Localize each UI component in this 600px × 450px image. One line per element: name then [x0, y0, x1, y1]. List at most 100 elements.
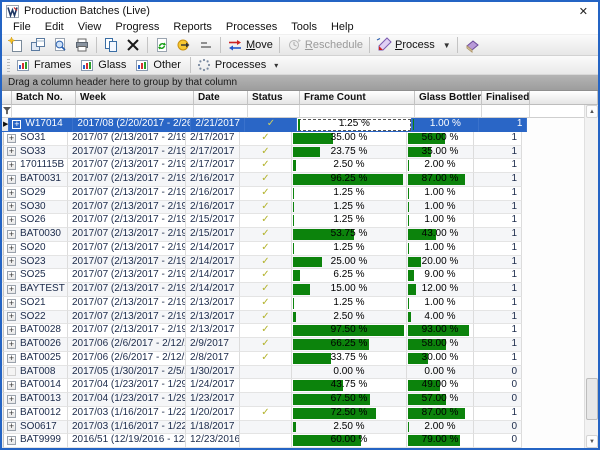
finalised-cell[interactable]: 1 — [474, 352, 522, 366]
jump-to-button[interactable] — [173, 36, 195, 54]
date-cell[interactable]: 2/8/2017 — [186, 352, 240, 366]
glass-bottleneck-cell[interactable]: 49.00 % — [407, 379, 474, 393]
glass-bottleneck-cell[interactable]: 2.00 % — [407, 421, 474, 435]
column-header-week[interactable]: Week — [76, 91, 194, 105]
finalised-cell[interactable]: 1 — [474, 159, 522, 173]
batch-no-cell[interactable]: + BAT0031 — [4, 173, 68, 187]
status-check-cell[interactable]: ✓ — [240, 311, 292, 325]
status-check-cell[interactable]: ✓ — [240, 338, 292, 352]
filter-input-date[interactable] — [194, 105, 248, 118]
column-header-frame-count[interactable]: Frame Count — [300, 91, 415, 105]
batch-no-cell[interactable]: + SO23 — [4, 256, 68, 270]
glass-bottleneck-cell[interactable]: 0.00 % — [407, 366, 474, 380]
frame-count-cell[interactable]: 96.25 % — [292, 173, 407, 187]
finalised-cell[interactable]: 1 — [474, 297, 522, 311]
status-check-cell[interactable]: ✓ — [240, 352, 292, 366]
table-row[interactable]: + BAT0031 2017/07 (2/13/2017 - 2/19/2017… — [2, 173, 584, 187]
table-row[interactable]: + BAT0013 2017/04 (1/23/2017 - 1/29/2017… — [2, 393, 584, 407]
menu-processes[interactable]: Processes — [219, 21, 284, 33]
table-row[interactable]: + 1701115B 2017/07 (2/13/2017 - 2/19/201… — [2, 159, 584, 173]
batch-no-cell[interactable]: + BAT0012 — [4, 407, 68, 421]
glass-bottleneck-cell[interactable]: 1.00 % — [407, 187, 474, 201]
frame-count-cell[interactable]: 25.00 % — [292, 256, 407, 270]
frame-count-cell[interactable]: 2.50 % — [292, 311, 407, 325]
finalised-cell[interactable]: 1 — [474, 146, 522, 160]
date-cell[interactable]: 2/17/2017 — [186, 159, 240, 173]
finalised-cell[interactable]: 1 — [479, 118, 527, 132]
date-cell[interactable]: 2/9/2017 — [186, 338, 240, 352]
table-row[interactable]: + SO21 2017/07 (2/13/2017 - 2/19/2017) 2… — [2, 297, 584, 311]
frame-count-cell[interactable]: 43.75 % — [292, 379, 407, 393]
glass-bottleneck-cell[interactable]: 1.00 % — [407, 297, 474, 311]
status-check-cell[interactable]: ✓ — [240, 242, 292, 256]
delete-button[interactable] — [122, 36, 144, 54]
date-cell[interactable]: 1/20/2017 — [186, 407, 240, 421]
process-dropdown-arrow[interactable]: ▼ — [443, 41, 451, 50]
week-cell[interactable]: 2017/07 (2/13/2017 - 2/19/2017) — [68, 146, 186, 160]
glass-bottleneck-cell[interactable]: 1.00 % — [412, 118, 479, 132]
expand-row-button[interactable]: + — [7, 354, 16, 363]
finalised-cell[interactable]: 0 — [474, 366, 522, 380]
frame-count-cell[interactable]: 1.25 % — [297, 118, 412, 132]
batch-no-cell[interactable]: + SO31 — [4, 132, 68, 146]
expand-row-button[interactable]: + — [7, 285, 16, 294]
filter-input-week[interactable] — [76, 105, 194, 118]
finalised-cell[interactable]: 1 — [474, 132, 522, 146]
date-cell[interactable]: 1/24/2017 — [186, 379, 240, 393]
table-row[interactable]: + BAYTEST 2017/07 (2/13/2017 - 2/19/2017… — [2, 283, 584, 297]
expand-row-button[interactable]: + — [7, 340, 16, 349]
scrollbar-thumb[interactable] — [586, 378, 598, 420]
table-row[interactable]: ▶ + W17014 2017/08 (2/20/2017 - 2/26/201… — [2, 118, 584, 132]
expand-row-button[interactable]: + — [12, 120, 21, 129]
week-cell[interactable]: 2017/07 (2/13/2017 - 2/19/2017) — [68, 214, 186, 228]
week-cell[interactable]: 2017/05 (1/30/2017 - 2/5/2017) — [68, 366, 186, 380]
date-cell[interactable]: 2/14/2017 — [186, 269, 240, 283]
frame-count-cell[interactable]: 0.00 % — [292, 366, 407, 380]
refresh-button[interactable] — [151, 36, 173, 54]
group-by-panel[interactable]: Drag a column header here to group by th… — [2, 75, 598, 91]
status-check-cell[interactable]: ✓ — [240, 297, 292, 311]
status-check-cell[interactable] — [240, 393, 292, 407]
table-row[interactable]: + SO22 2017/07 (2/13/2017 - 2/19/2017) 2… — [2, 311, 584, 325]
frame-count-cell[interactable]: 15.00 % — [292, 283, 407, 297]
date-cell[interactable]: 2/21/2017 — [191, 118, 245, 132]
column-header-status[interactable]: Status — [248, 91, 300, 105]
date-cell[interactable]: 2/17/2017 — [186, 132, 240, 146]
week-cell[interactable]: 2017/03 (1/16/2017 - 1/22/2017) — [68, 407, 186, 421]
frame-count-cell[interactable]: 35.00 % — [292, 132, 407, 146]
column-header-batch-no[interactable]: Batch No. — [12, 91, 76, 105]
status-check-cell[interactable]: ✓ — [240, 269, 292, 283]
finalised-cell[interactable]: 1 — [474, 256, 522, 270]
batch-no-cell[interactable]: + SO33 — [4, 146, 68, 160]
collapse-button[interactable] — [195, 36, 217, 54]
status-check-cell[interactable]: ✓ — [245, 118, 297, 132]
expand-row-button[interactable]: + — [7, 436, 16, 445]
week-cell[interactable]: 2017/07 (2/13/2017 - 2/19/2017) — [68, 311, 186, 325]
menu-reports[interactable]: Reports — [166, 21, 219, 33]
reschedule-button[interactable]: Reschedule — [283, 36, 366, 54]
expand-row-button[interactable]: + — [7, 161, 16, 170]
eraser-button[interactable] — [461, 36, 483, 54]
batch-no-cell[interactable]: + BAT0025 — [4, 352, 68, 366]
expand-row-button[interactable] — [7, 367, 16, 376]
table-row[interactable]: + SO20 2017/07 (2/13/2017 - 2/19/2017) 2… — [2, 242, 584, 256]
expand-row-button[interactable]: + — [7, 244, 16, 253]
table-row[interactable]: BAT008 2017/05 (1/30/2017 - 2/5/2017) 1/… — [2, 366, 584, 380]
glass-bottleneck-cell[interactable]: 43.00 % — [407, 228, 474, 242]
date-cell[interactable]: 12/23/2016 — [186, 434, 240, 448]
column-header-date[interactable]: Date — [194, 91, 248, 105]
date-cell[interactable]: 1/18/2017 — [186, 421, 240, 435]
batch-no-cell[interactable]: + SO29 — [4, 187, 68, 201]
glass-bottleneck-cell[interactable]: 1.00 % — [407, 201, 474, 215]
frame-count-cell[interactable]: 72.50 % — [292, 407, 407, 421]
date-cell[interactable]: 2/16/2017 — [186, 201, 240, 215]
week-cell[interactable]: 2017/07 (2/13/2017 - 2/19/2017) — [68, 173, 186, 187]
week-cell[interactable]: 2017/07 (2/13/2017 - 2/19/2017) — [68, 242, 186, 256]
table-row[interactable]: + SO29 2017/07 (2/13/2017 - 2/19/2017) 2… — [2, 187, 584, 201]
date-cell[interactable]: 2/13/2017 — [186, 311, 240, 325]
batch-no-cell[interactable]: + BAT0026 — [4, 338, 68, 352]
batch-no-cell[interactable]: + 1701115B — [4, 159, 68, 173]
menu-help[interactable]: Help — [324, 21, 361, 33]
menu-file[interactable]: File — [6, 21, 38, 33]
column-header-glass-bottleneck[interactable]: Glass Bottleneck — [415, 91, 482, 105]
